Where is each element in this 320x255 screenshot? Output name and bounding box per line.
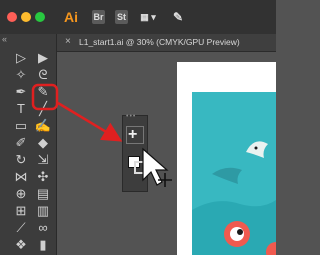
annotation-overlay xyxy=(31,83,172,187)
pencil-tool-highlight-box xyxy=(31,83,59,111)
crosshair-plus-icon xyxy=(158,173,172,187)
drag-arrow xyxy=(57,101,123,142)
